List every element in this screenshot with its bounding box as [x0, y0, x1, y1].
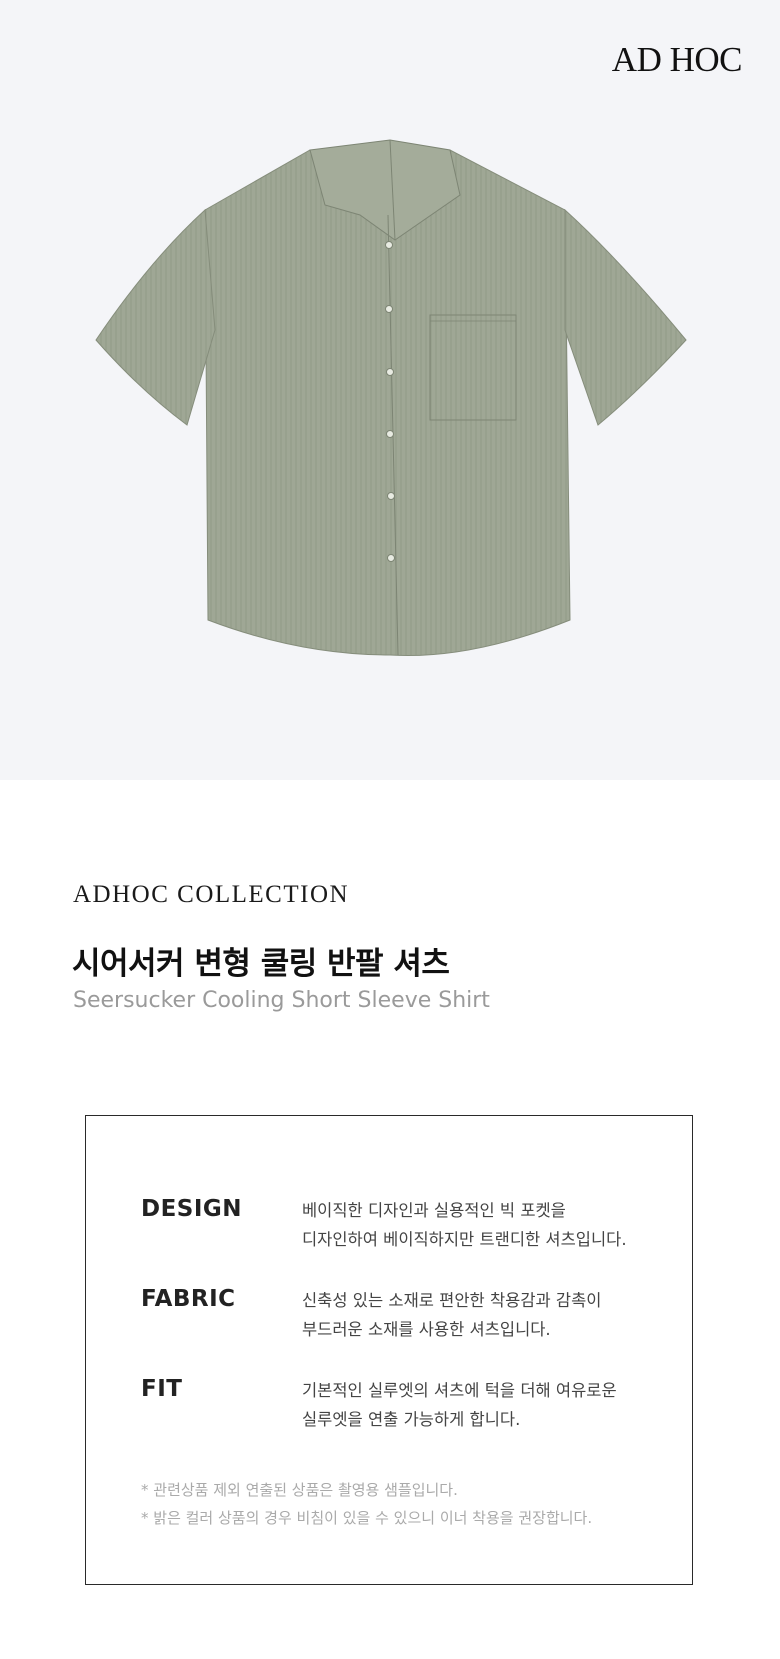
product-title-ko: 시어서커 변형 쿨링 반팔 셔츠: [72, 946, 450, 982]
product-hero: AD HOC: [0, 0, 780, 780]
spec-label: DESIGN: [141, 1196, 243, 1222]
spec-line: 실루엣을 연출 가능하게 합니다.: [302, 1410, 521, 1429]
spec-label: FABRIC: [141, 1286, 236, 1312]
collection-label: ADHOC COLLECTION: [73, 881, 350, 908]
product-image: [95, 139, 687, 657]
note-line: * 밝은 컬러 상품의 경우 비침이 있을 수 있으니 이너 착용을 권장합니다…: [141, 1509, 593, 1527]
product-title-en: Seersucker Cooling Short Sleeve Shirt: [73, 988, 490, 1013]
notes: * 관련상품 제외 연출된 상품은 촬영용 샘플입니다. * 밝은 컬러 상품의…: [141, 1476, 592, 1532]
spec-description: 신축성 있는 소재로 편안한 착용감과 감촉이 부드러운 소재를 사용한 셔츠입…: [302, 1286, 601, 1344]
product-info-box: DESIGN 베이직한 디자인과 실용적인 빅 포켓을 디자인하여 베이직하지만…: [85, 1115, 693, 1585]
brand-logo: AD HOC: [611, 40, 743, 79]
spec-line: 기본적인 실루엣의 셔츠에 턱을 더해 여유로운: [302, 1381, 617, 1400]
note-line: * 관련상품 제외 연출된 상품은 촬영용 샘플입니다.: [141, 1481, 458, 1499]
spec-line: 부드러운 소재를 사용한 셔츠입니다.: [302, 1320, 551, 1339]
spec-description: 기본적인 실루엣의 셔츠에 턱을 더해 여유로운 실루엣을 연출 가능하게 합니…: [302, 1376, 617, 1434]
spec-description: 베이직한 디자인과 실용적인 빅 포켓을 디자인하여 베이직하지만 트랜디한 셔…: [302, 1196, 627, 1254]
spec-line: 디자인하여 베이직하지만 트랜디한 셔츠입니다.: [302, 1230, 627, 1249]
spec-line: 신축성 있는 소재로 편안한 착용감과 감촉이: [302, 1291, 602, 1310]
spec-label: FIT: [141, 1376, 183, 1402]
spec-line: 베이직한 디자인과 실용적인 빅 포켓을: [302, 1201, 566, 1220]
